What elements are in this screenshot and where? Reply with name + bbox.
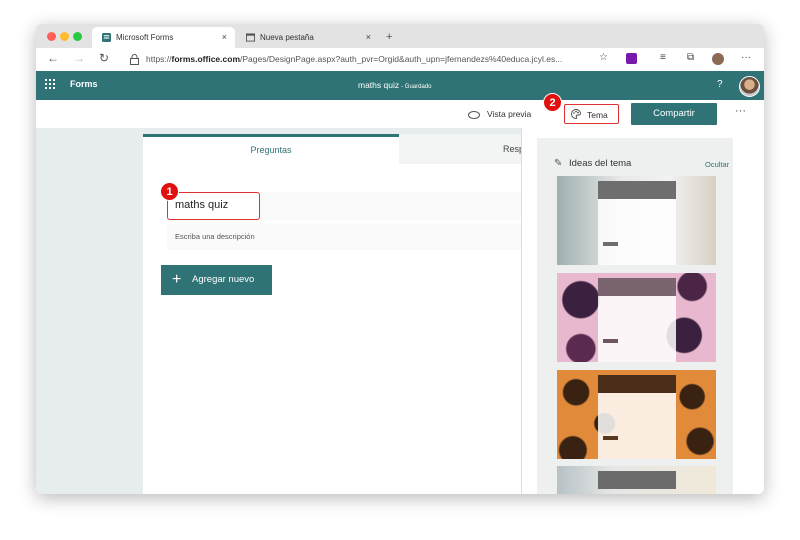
- theme-body: [598, 296, 676, 362]
- close-window-button[interactable]: [47, 32, 56, 41]
- form-title-field[interactable]: maths quiz: [167, 192, 260, 220]
- collections-icon[interactable]: ⧉: [687, 52, 694, 63]
- new-tab-button[interactable]: +: [386, 27, 392, 48]
- browser-tab-strip: Microsoft Forms × Nueva pestaña × +: [36, 24, 764, 48]
- app-launcher-icon[interactable]: [45, 79, 56, 90]
- palette-icon: [571, 109, 581, 119]
- theme-accent-bar: [603, 339, 618, 343]
- magic-wand-icon: ✎: [554, 158, 563, 169]
- callout-badge-2: 2: [543, 93, 562, 112]
- browser-tab-new[interactable]: Nueva pestaña ×: [236, 27, 379, 48]
- help-icon[interactable]: ?: [717, 79, 723, 90]
- theme-panel: ✎ Ideas del tema Ocultar: [521, 128, 764, 494]
- forms-icon: [102, 33, 111, 42]
- save-status: - Guardado: [401, 84, 432, 90]
- minimize-window-button[interactable]: [60, 32, 69, 41]
- theme-body: [598, 199, 676, 265]
- theme-button[interactable]: Tema: [564, 104, 619, 124]
- browser-window: Microsoft Forms × Nueva pestaña × + ← → …: [36, 24, 764, 494]
- tab-questions[interactable]: Preguntas: [143, 134, 399, 164]
- theme-panel-title: Ideas del tema: [569, 158, 632, 169]
- lock-icon: [130, 54, 139, 65]
- browser-menu-icon[interactable]: ···: [741, 52, 751, 63]
- maximize-window-button[interactable]: [73, 32, 82, 41]
- close-tab-icon[interactable]: ×: [366, 27, 371, 48]
- plus-icon: +: [172, 271, 182, 288]
- document-title: maths quiz - Guardado: [358, 80, 431, 90]
- theme-body: [598, 393, 676, 459]
- address-toolbar: ← → ↻ https://forms.office.com/Pages/Des…: [36, 48, 764, 72]
- theme-accent-bar: [603, 436, 618, 440]
- user-avatar[interactable]: [739, 76, 760, 97]
- close-tab-icon[interactable]: ×: [222, 27, 227, 48]
- command-bar: Vista previa Tema Compartir ···: [36, 100, 764, 129]
- refresh-icon[interactable]: ↻: [99, 51, 109, 65]
- url-host: forms.office.com: [171, 54, 241, 64]
- app-brand[interactable]: Forms: [70, 79, 98, 89]
- url-prefix: https://: [146, 54, 172, 64]
- document-name: maths quiz: [358, 80, 400, 90]
- theme-accent-bar: [603, 242, 618, 246]
- add-new-label: Agregar nuevo: [192, 274, 255, 285]
- eye-icon: [468, 110, 480, 119]
- theme-label: Tema: [587, 110, 608, 120]
- tab-responses[interactable]: Resp: [399, 134, 521, 164]
- back-arrow-icon[interactable]: ←: [47, 51, 59, 65]
- profile-avatar[interactable]: [712, 53, 724, 65]
- share-button[interactable]: Compartir: [631, 103, 717, 125]
- callout-badge-1: 1: [160, 182, 179, 201]
- more-options-icon[interactable]: ···: [735, 105, 746, 117]
- preview-button[interactable]: Vista previa: [468, 109, 531, 119]
- tab-label: Nueva pestaña: [260, 33, 314, 42]
- theme-header: [598, 471, 676, 489]
- forms-app-bar: Forms maths quiz - Guardado ?: [36, 71, 764, 100]
- theme-header: [598, 375, 676, 393]
- theme-option-orange-pattern[interactable]: [557, 370, 716, 459]
- browser-tab-forms[interactable]: Microsoft Forms ×: [92, 27, 235, 48]
- onenote-extension-icon[interactable]: [626, 53, 637, 64]
- url-field[interactable]: https://forms.office.com/Pages/DesignPag…: [146, 54, 562, 64]
- theme-option-gift-boxes[interactable]: [557, 273, 716, 362]
- form-description-field[interactable]: Escriba una descripción: [167, 224, 521, 250]
- tab-label: Microsoft Forms: [116, 33, 174, 42]
- theme-header: [598, 278, 676, 296]
- theme-panel-body: ✎ Ideas del tema Ocultar: [537, 138, 733, 494]
- favorites-list-icon[interactable]: ≡: [660, 52, 666, 63]
- preview-label: Vista previa: [487, 109, 532, 119]
- favorite-star-icon[interactable]: ☆: [599, 52, 608, 63]
- theme-header: [598, 181, 676, 199]
- new-tab-page-icon: [246, 33, 255, 42]
- theme-option-writing-hand[interactable]: [557, 176, 716, 265]
- hide-panel-link[interactable]: Ocultar: [705, 160, 729, 169]
- url-path: /Pages/DesignPage.aspx?auth_pvr=Orgid&au…: [240, 54, 563, 64]
- add-new-button[interactable]: + Agregar nuevo: [161, 265, 272, 295]
- editor-tabs: Preguntas Resp: [143, 134, 521, 164]
- theme-option-grey-desk[interactable]: [557, 466, 716, 494]
- form-editor-card: Preguntas Resp maths quiz Escriba una de…: [143, 134, 521, 494]
- forward-arrow-icon[interactable]: →: [73, 51, 85, 65]
